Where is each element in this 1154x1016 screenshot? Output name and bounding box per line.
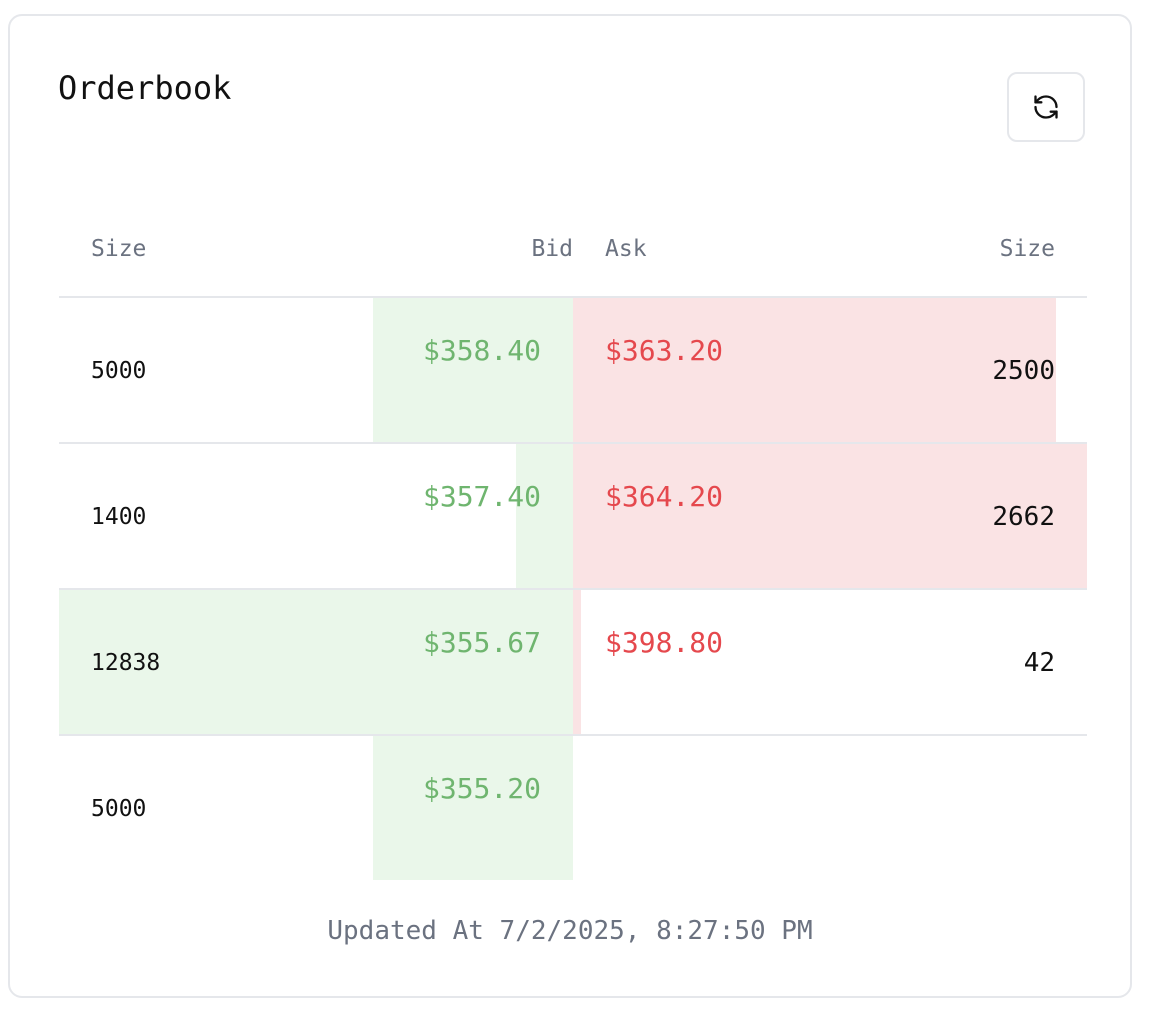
ask-depth-bar: [573, 590, 581, 734]
bid-depth-bar: [373, 736, 573, 880]
ask-price-cell: $398.80: [605, 626, 724, 659]
bid-price-cell: $355.67: [422, 626, 541, 659]
ask-size-cell: 42: [1023, 648, 1055, 678]
ask-price-cell: $364.20: [605, 480, 724, 513]
ask-size-cell: 2500: [992, 356, 1055, 386]
header-bid-size: Size: [91, 236, 147, 262]
card-title: Orderbook: [58, 69, 232, 107]
ask-price-cell: $363.20: [605, 334, 724, 367]
bid-size-cell: 5000: [91, 796, 147, 822]
ask-size-cell: 2662: [992, 502, 1055, 532]
refresh-button[interactable]: [1007, 72, 1085, 142]
table-row: 1400 $357.40 $364.20 2662: [59, 444, 1087, 590]
ask-depth-bar: [573, 298, 1056, 442]
bid-depth-bar: [516, 444, 573, 588]
orderbook-card: Orderbook Size Bid Ask Size 5000 $358.40 $…: [8, 14, 1132, 998]
table-header: Size Bid Ask Size: [59, 216, 1087, 298]
header-bid: Bid: [531, 236, 573, 262]
table-row: 5000 $358.40 $363.20 2500: [59, 298, 1087, 444]
bid-size-cell: 12838: [91, 650, 161, 676]
bid-size-cell: 5000: [91, 358, 147, 384]
refresh-icon: [1032, 93, 1060, 121]
table-row: 5000 $355.20: [59, 736, 1087, 880]
table-body: 5000 $358.40 $363.20 2500 1400 $357.40 $364.20…: [59, 298, 1087, 880]
bid-price-cell: $357.40: [422, 480, 541, 513]
header-ask-size: Size: [999, 236, 1055, 262]
header-ask: Ask: [605, 236, 647, 262]
bid-price-cell: $355.20: [422, 772, 541, 805]
orderbook-table: Size Bid Ask Size 5000 $358.40 $363.20 2500…: [59, 216, 1087, 880]
bid-size-cell: 1400: [91, 504, 147, 530]
updated-timestamp: Updated At 7/2/2025, 8:27:50 PM: [327, 916, 813, 946]
table-row: 12838 $355.67 $398.80 42: [59, 590, 1087, 736]
bid-price-cell: $358.40: [422, 334, 541, 367]
bid-depth-bar: [373, 298, 573, 442]
